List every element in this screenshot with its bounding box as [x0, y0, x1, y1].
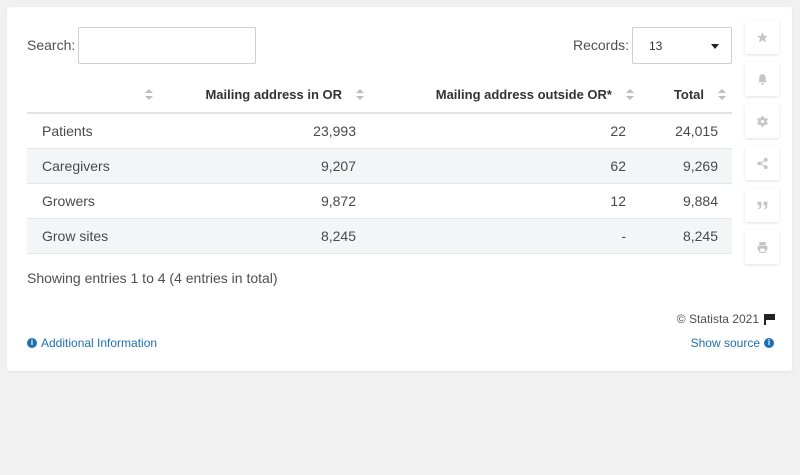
side-toolbar [745, 20, 779, 264]
additional-information-link[interactable]: i Additional Information [27, 336, 157, 350]
statistic-card: Search: Records: 13 Mailing address in O… [7, 7, 792, 371]
table-header-row: Mailing address in OR Mailing address ou… [27, 77, 732, 114]
show-source-label: Show source [690, 336, 760, 350]
share-button[interactable] [745, 146, 779, 180]
records-select[interactable]: 13 [632, 27, 732, 64]
cite-button[interactable] [745, 188, 779, 222]
column-header-in-or[interactable]: Mailing address in OR [159, 77, 370, 114]
chevron-down-icon [711, 44, 719, 49]
table-cell: 24,015 [640, 113, 732, 149]
table-cell: 23,993 [159, 113, 370, 149]
print-button[interactable] [745, 230, 779, 264]
table-row: Caregivers 9,207 62 9,269 [27, 148, 732, 184]
table-row: Growers 9,872 12 9,884 [27, 183, 732, 219]
table-cell: Growers [27, 183, 159, 219]
table-cell: Caregivers [27, 148, 159, 184]
table-row: Patients 23,993 22 24,015 [27, 113, 732, 149]
table-cell: Patients [27, 113, 159, 149]
favorite-button[interactable] [745, 20, 779, 54]
column-header-label[interactable] [27, 77, 159, 114]
table-row: Grow sites 8,245 - 8,245 [27, 218, 732, 254]
data-table: Mailing address in OR Mailing address ou… [27, 77, 732, 254]
print-icon [757, 241, 767, 253]
sort-icon [145, 89, 153, 101]
sort-icon [626, 89, 634, 101]
gear-icon [756, 115, 768, 127]
info-icon: i [27, 338, 37, 348]
copyright-text: © Statista 2021 [676, 312, 759, 326]
table-cell: 8,245 [159, 218, 370, 254]
sort-icon [718, 89, 726, 101]
search-input[interactable] [78, 27, 256, 64]
records-selected-value: 13 [649, 39, 663, 53]
column-header-total[interactable]: Total [640, 77, 732, 114]
info-icon: i [764, 338, 774, 348]
entries-summary: Showing entries 1 to 4 (4 entries in tot… [27, 270, 278, 286]
column-header-outside-or[interactable]: Mailing address outside OR* [370, 77, 640, 114]
table-cell: 8,245 [640, 218, 732, 254]
search-label: Search: [27, 37, 76, 53]
sort-icon [356, 89, 364, 101]
table-cell: 12 [370, 183, 640, 219]
share-icon [756, 157, 768, 169]
show-source-link[interactable]: Show source i [691, 336, 774, 350]
table-cell: 9,884 [640, 183, 732, 219]
table-cell: 9,207 [159, 148, 370, 184]
table-cell: - [370, 218, 640, 254]
table-cell: 22 [370, 113, 640, 149]
flag-icon[interactable] [764, 313, 775, 325]
bell-icon [757, 73, 767, 85]
quote-icon [757, 201, 767, 209]
table-cell: Grow sites [27, 218, 159, 254]
star-icon [756, 31, 768, 42]
table-cell: 62 [370, 148, 640, 184]
copyright: © Statista 2021 [677, 312, 775, 326]
records-label: Records: [573, 37, 630, 53]
table-cell: 9,872 [159, 183, 370, 219]
notification-button[interactable] [745, 62, 779, 96]
table-cell: 9,269 [640, 148, 732, 184]
settings-button[interactable] [745, 104, 779, 138]
additional-information-label: Additional Information [41, 336, 158, 350]
